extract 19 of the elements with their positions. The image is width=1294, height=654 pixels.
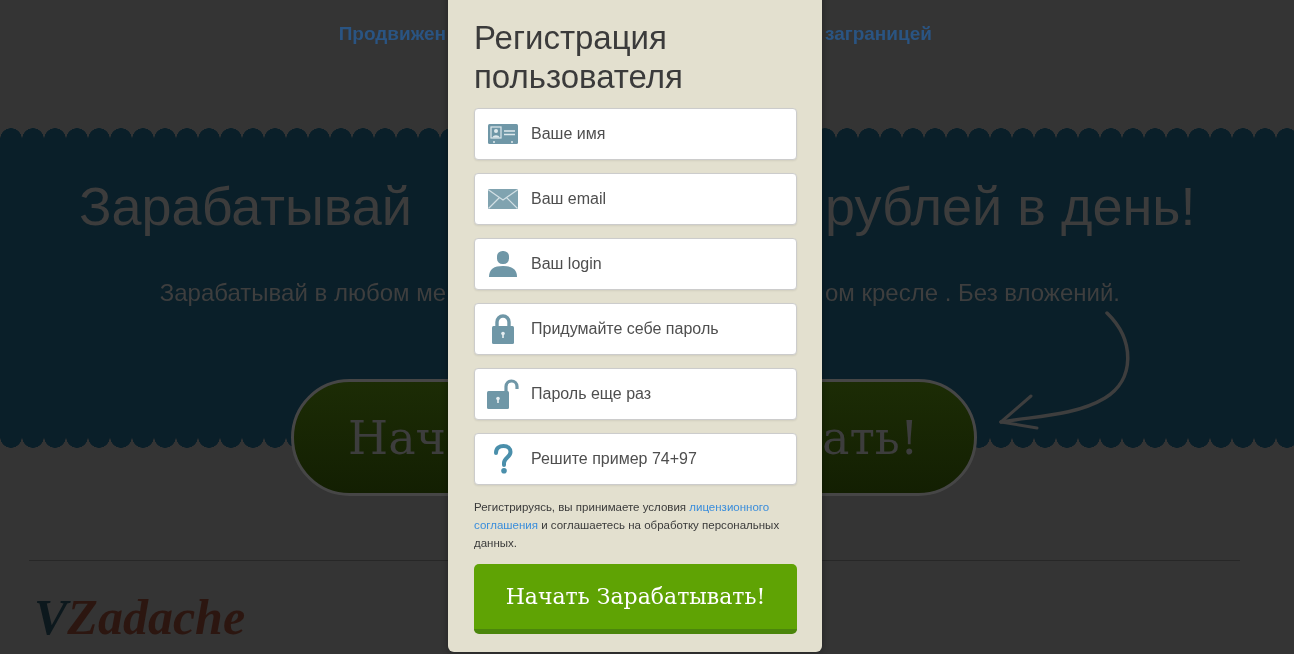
user-icon — [489, 251, 517, 277]
email-field[interactable]: Ваш email — [474, 173, 797, 225]
login-field[interactable]: Ваш login — [474, 238, 797, 290]
id-card-icon — [488, 124, 518, 144]
license-link[interactable]: соглашения — [474, 519, 538, 531]
repeat-password-field[interactable]: Пароль еще раз — [474, 368, 797, 420]
nav-link[interactable]: Продвижен — [338, 22, 448, 46]
question-mark-icon — [493, 444, 513, 474]
captcha-field[interactable]: Решите пример 74+97 — [474, 433, 797, 485]
license-link[interactable]: лицензионного — [689, 501, 770, 513]
password-field[interactable]: Придумайте себе пароль — [474, 303, 797, 355]
unlocked-padlock-icon — [487, 379, 519, 409]
envelope-icon — [488, 189, 518, 209]
padlock-icon — [492, 314, 514, 344]
nav-link[interactable]: заграницей — [822, 22, 932, 46]
consent-text: Регистрируясь, вы принимаете условия лицензионного соглашения и соглашаетесь на обработку персональных данных. — [474, 500, 781, 551]
submit-button[interactable]: Начать Зарабатывать! — [474, 564, 797, 634]
dialog-title: Регистрация пользователя — [474, 18, 684, 96]
name-field[interactable]: Ваше имя — [474, 108, 797, 160]
